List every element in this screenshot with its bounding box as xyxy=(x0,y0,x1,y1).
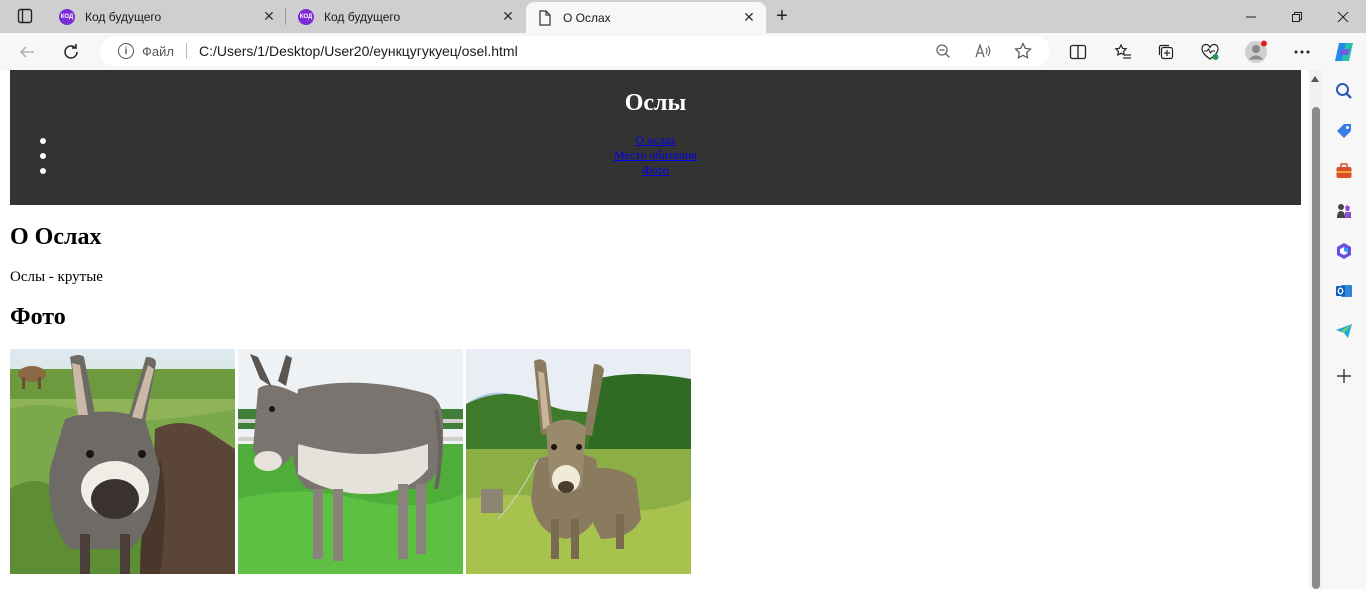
nav-link-photo[interactable]: Фото xyxy=(642,163,668,177)
kod-logo-icon: КОД xyxy=(59,8,75,25)
tab-title: Код будущего xyxy=(85,9,162,24)
vertical-scrollbar[interactable] xyxy=(1309,70,1322,589)
tab-close-icon[interactable]: ✕ xyxy=(497,6,519,28)
scrollbar-thumb[interactable] xyxy=(1312,107,1320,589)
window-close-button[interactable] xyxy=(1320,0,1366,33)
info-icon[interactable]: i xyxy=(118,43,134,59)
copilot-button[interactable] xyxy=(1329,37,1359,67)
browser-toolbar: i Файл C:/Users/1/Desktop/User20/еункцуг… xyxy=(0,33,1366,70)
sidebar-office-icon[interactable] xyxy=(1333,240,1355,262)
new-tab-button[interactable]: + xyxy=(769,4,795,28)
url-text[interactable]: C:/Users/1/Desktop/User20/еункцугукуец/o… xyxy=(199,43,930,59)
restore-icon xyxy=(1292,11,1302,22)
more-dots-icon xyxy=(1294,50,1310,54)
address-bar[interactable]: i Файл C:/Users/1/Desktop/User20/еункцуг… xyxy=(100,36,1050,66)
tab-close-icon[interactable]: ✕ xyxy=(738,7,760,29)
donkey-photo-3 xyxy=(466,349,691,574)
bullet-icon xyxy=(40,168,46,174)
copilot-icon xyxy=(1335,43,1353,61)
nav-item-about: О ослах xyxy=(10,133,1301,148)
tab-title: О Ослах xyxy=(563,10,611,25)
sidebar-add-icon[interactable] xyxy=(1333,365,1355,387)
nav-list: О ослах Место обитания Фото xyxy=(10,133,1301,178)
donkey-photo-2 xyxy=(238,349,463,574)
sidebar-tools-briefcase-icon[interactable] xyxy=(1333,160,1355,182)
restore-button[interactable] xyxy=(1274,0,1320,33)
favorite-star-icon[interactable] xyxy=(1010,38,1036,64)
scroll-up-arrow-icon[interactable] xyxy=(1311,76,1319,82)
avatar-icon xyxy=(1245,40,1267,63)
split-screen-button[interactable] xyxy=(1063,37,1093,67)
tab-title: Код будущего xyxy=(324,9,401,24)
file-label: Файл xyxy=(142,43,174,59)
read-aloud-icon[interactable] xyxy=(970,38,996,64)
heart-pulse-icon xyxy=(1201,43,1219,60)
sidebar-search-icon[interactable] xyxy=(1333,80,1355,102)
browser-essentials-button[interactable] xyxy=(1195,37,1225,67)
zoom-out-icon[interactable] xyxy=(930,38,956,64)
settings-more-button[interactable] xyxy=(1287,37,1317,67)
page-icon xyxy=(537,9,553,26)
favorites-list-icon xyxy=(1114,43,1131,59)
tab-actions-button[interactable] xyxy=(8,5,42,27)
kod-logo-icon: КОД xyxy=(298,8,314,25)
sidebar-outlook-icon[interactable] xyxy=(1333,280,1355,302)
minimize-icon xyxy=(1246,16,1256,17)
nav-item-habitat: Место обитания xyxy=(10,148,1301,163)
bullet-icon xyxy=(40,138,46,144)
sidebar-games-chess-icon[interactable] xyxy=(1333,200,1355,222)
tab-separator xyxy=(285,8,286,25)
tab-3-active[interactable]: О Ослах ✕ xyxy=(526,2,766,33)
edge-sidebar xyxy=(1322,70,1366,589)
page-title: Ослы xyxy=(624,90,687,116)
collections-icon xyxy=(1158,44,1174,60)
about-text: Ослы - крутые xyxy=(10,269,103,285)
minimize-button[interactable] xyxy=(1228,0,1274,33)
tab-1[interactable]: КОД Код будущего ✕ xyxy=(48,0,286,33)
refresh-icon xyxy=(64,44,78,59)
tab-strip: КОД Код будущего ✕ КОД Код будущего ✕ О … xyxy=(0,0,1366,33)
nav-item-photo: Фото xyxy=(10,163,1301,178)
back-arrow-icon xyxy=(19,46,34,58)
photo-heading: Фото xyxy=(10,304,66,330)
web-page: Ослы О ослах Место обитания Фото О Ослах… xyxy=(10,70,1301,574)
tab-2[interactable]: КОД Код будущего ✕ xyxy=(287,0,525,33)
refresh-button[interactable] xyxy=(56,37,86,67)
nav-link-about[interactable]: О ослах xyxy=(635,133,676,147)
back-button[interactable] xyxy=(12,37,42,67)
collections-button[interactable] xyxy=(1151,37,1181,67)
about-heading: О Ослах xyxy=(10,224,102,250)
address-divider xyxy=(185,43,187,59)
close-icon xyxy=(1337,11,1349,22)
split-screen-icon xyxy=(1069,44,1087,60)
nav-link-habitat[interactable]: Место обитания xyxy=(614,148,697,162)
donkey-photo-1 xyxy=(10,349,235,574)
bullet-icon xyxy=(40,153,46,159)
page-header: Ослы О ослах Место обитания Фото xyxy=(10,70,1301,205)
page-viewport: Ослы О ослах Место обитания Фото О Ослах… xyxy=(4,70,1322,589)
sidebar-telegram-send-icon[interactable] xyxy=(1333,320,1355,342)
tab-actions-icon xyxy=(17,8,33,24)
favorites-button[interactable] xyxy=(1108,37,1138,67)
profile-button[interactable] xyxy=(1241,37,1271,67)
sidebar-shopping-tag-icon[interactable] xyxy=(1333,120,1355,142)
tab-close-icon[interactable]: ✕ xyxy=(258,6,280,28)
